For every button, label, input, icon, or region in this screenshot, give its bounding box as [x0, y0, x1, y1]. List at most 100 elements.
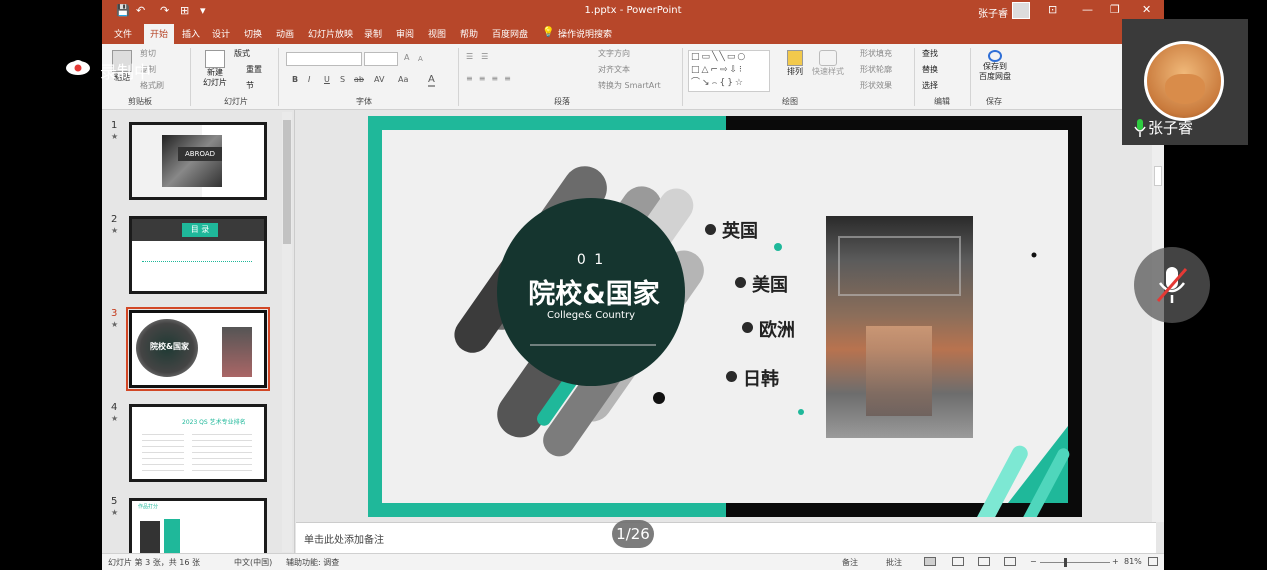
align-buttons[interactable]: ≡≡≡≡: [466, 74, 517, 83]
notes-button[interactable]: 备注: [842, 557, 858, 568]
animation-star-icon: ★: [111, 414, 119, 423]
font-color-button[interactable]: A: [428, 74, 435, 87]
clipboard-group-label: 剪贴板: [128, 97, 152, 106]
participant-video[interactable]: 张子睿: [1122, 19, 1248, 145]
divider: [914, 48, 915, 106]
slide-thumbnail-1[interactable]: ABROAD: [129, 122, 267, 200]
thumb-title: 2023 QS 艺术专业排名: [182, 419, 246, 426]
ribbon-tabs: 文件 开始 插入 设计 切换 动画 幻灯片放映 录制 审阅 视图 帮助 百度网盘…: [102, 22, 1164, 44]
replace-button[interactable]: 替换: [922, 64, 938, 75]
quick-styles-icon: [819, 50, 837, 66]
slideshow-icon[interactable]: [1004, 557, 1016, 566]
reading-view-icon[interactable]: [978, 557, 990, 566]
grow-font-button[interactable]: A: [404, 53, 409, 62]
comments-button[interactable]: 批注: [886, 557, 902, 568]
underline-button[interactable]: U: [324, 75, 330, 84]
shrink-font-button[interactable]: A: [418, 55, 423, 63]
minimize-button[interactable]: —: [1082, 3, 1093, 16]
accessibility-status[interactable]: 辅助功能: 调查: [286, 557, 339, 568]
tab-file[interactable]: 文件: [114, 27, 132, 40]
thumbnail-scrollbar[interactable]: [282, 112, 292, 552]
close-button[interactable]: ✕: [1142, 3, 1151, 16]
tab-slideshow[interactable]: 幻灯片放映: [308, 27, 353, 40]
text-direction-button[interactable]: 文字方向: [598, 48, 630, 59]
select-button[interactable]: 选择: [922, 80, 938, 91]
slide-thumbnail-5[interactable]: 作品打分: [129, 498, 267, 554]
thumb-title: 院校&国家: [150, 342, 189, 351]
layout-button[interactable]: 版式: [234, 48, 250, 59]
slide-thumbnail-3[interactable]: 院校&国家: [126, 307, 270, 391]
list-buttons[interactable]: ☰☰: [466, 52, 496, 61]
slide-thumbnail-2[interactable]: 目 录: [129, 216, 267, 294]
shape-outline-button[interactable]: 形状轮廓: [860, 64, 892, 75]
section-button[interactable]: 节: [246, 80, 254, 91]
notes-pane[interactable]: 单击此处添加备注: [296, 522, 1156, 553]
bullet-dot: [742, 322, 753, 333]
font-name-combo[interactable]: [286, 52, 362, 66]
tab-help[interactable]: 帮助: [460, 27, 478, 40]
zoom-slider-thumb[interactable]: [1064, 558, 1067, 567]
country-europe: 欧洲: [759, 320, 795, 341]
shape-fill-button[interactable]: 形状填充: [860, 48, 892, 59]
mute-button[interactable]: [1134, 247, 1210, 323]
align-text-button[interactable]: 对齐文本: [598, 64, 630, 75]
shadow-button[interactable]: S: [340, 75, 345, 84]
country-japan-korea: 日韩: [743, 369, 779, 390]
account-avatar[interactable]: [1012, 2, 1030, 19]
tab-view[interactable]: 视图: [428, 27, 446, 40]
slide-editor: 0 1 院校&国家 College& Country 英国 美国 欧洲 日韩: [296, 110, 1164, 522]
scrollbar-thumb[interactable]: [1154, 166, 1162, 186]
animation-star-icon: ★: [111, 132, 119, 141]
save-to-baidu-button[interactable]: 保存到 百度网盘: [976, 50, 1014, 82]
tab-home[interactable]: 开始: [144, 24, 175, 44]
zoom-level[interactable]: 81%: [1124, 557, 1142, 566]
current-slide[interactable]: 0 1 院校&国家 College& Country 英国 美国 欧洲 日韩: [368, 116, 1082, 517]
slide-thumbnail-4[interactable]: 2023 QS 艺术专业排名: [129, 404, 267, 482]
tab-animations[interactable]: 动画: [276, 27, 294, 40]
animation-star-icon: ★: [111, 226, 119, 235]
tab-baidu[interactable]: 百度网盘: [492, 27, 528, 40]
slide-number: 2: [111, 214, 118, 225]
bold-button[interactable]: B: [292, 75, 298, 84]
language-indicator[interactable]: 中文(中国): [234, 557, 272, 568]
tab-record[interactable]: 录制: [364, 27, 382, 40]
shapes-gallery[interactable]: □▭╲╲▭○ □△⌐⇨⇩⁝ ⌒↘⌢{}☆: [688, 50, 770, 92]
tab-transitions[interactable]: 切换: [244, 27, 262, 40]
smartart-button[interactable]: 转换为 SmartArt: [598, 80, 661, 91]
strikethrough-button[interactable]: ab: [354, 75, 364, 84]
new-slide-button[interactable]: 新建 幻灯片: [198, 50, 232, 88]
account-name[interactable]: 张子睿: [978, 5, 1008, 20]
zoom-in-button[interactable]: +: [1112, 557, 1119, 566]
restore-button[interactable]: ❐: [1110, 3, 1120, 16]
quick-styles-button[interactable]: 快速样式: [810, 50, 846, 77]
thumb-photo: [164, 519, 180, 554]
char-spacing-button[interactable]: AV: [374, 75, 384, 84]
arrange-button[interactable]: 排列: [784, 50, 806, 77]
status-bar: 幻灯片 第 3 张，共 16 张 中文(中国) 辅助功能: 调查 备注 批注 −…: [102, 553, 1164, 570]
zoom-out-button[interactable]: −: [1030, 557, 1037, 566]
tell-me-search[interactable]: 操作说明搜索: [558, 27, 612, 40]
arrange-icon: [787, 50, 803, 66]
new-slide-icon: [205, 50, 225, 68]
italic-button[interactable]: I: [308, 75, 310, 84]
ribbon-display-icon[interactable]: ⊡: [1048, 3, 1057, 16]
country-uk: 英国: [722, 221, 758, 242]
find-button[interactable]: 查找: [922, 48, 938, 59]
scrollbar-thumb[interactable]: [283, 120, 291, 244]
tab-design[interactable]: 设计: [212, 27, 230, 40]
title-bar: 💾 ↶ ↷ ⊞ ▾ 1.pptx - PowerPoint 张子睿 ⊡ — ❐ …: [102, 0, 1164, 22]
reset-button[interactable]: 重置: [246, 64, 262, 75]
normal-view-icon[interactable]: [924, 557, 936, 566]
tab-review[interactable]: 审阅: [396, 27, 414, 40]
fit-slide-icon[interactable]: [1148, 557, 1158, 566]
shape-effects-button[interactable]: 形状效果: [860, 80, 892, 91]
font-size-combo[interactable]: [364, 52, 398, 66]
thumb-toc: [142, 261, 252, 265]
thumb-photo: [222, 327, 252, 377]
thumb-title: 目 录: [182, 223, 218, 237]
slide-sorter-icon[interactable]: [952, 557, 964, 566]
zoom-slider[interactable]: [1040, 562, 1110, 563]
change-case-button[interactable]: Aa: [398, 75, 408, 84]
bullet-dot: [705, 224, 716, 235]
tab-insert[interactable]: 插入: [182, 27, 200, 40]
